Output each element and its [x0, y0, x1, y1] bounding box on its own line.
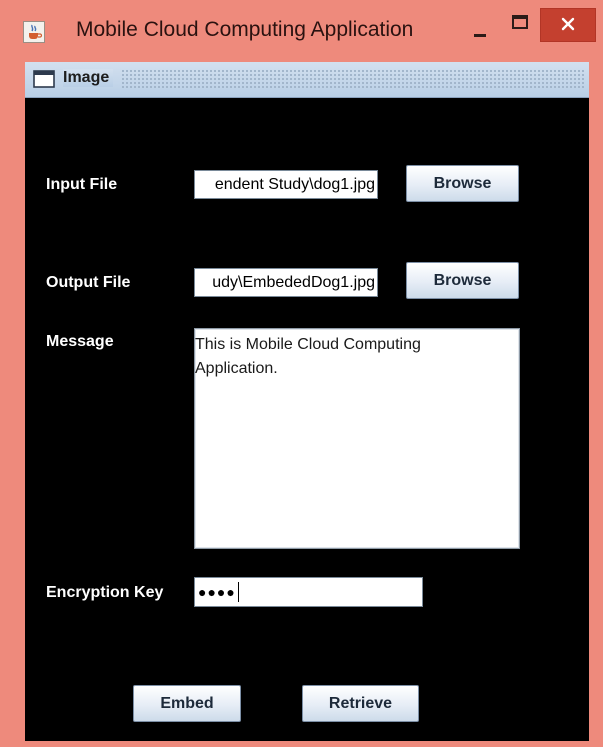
- message-textarea[interactable]: This is Mobile Cloud Computing Applicati…: [194, 328, 520, 549]
- java-cup-icon[interactable]: [23, 21, 45, 43]
- output-file-field[interactable]: udy\EmbededDog1.jpg: [194, 268, 378, 297]
- close-button[interactable]: [540, 8, 596, 42]
- encryption-key-value: ●●●●: [198, 584, 236, 600]
- retrieve-button[interactable]: Retrieve: [302, 685, 419, 722]
- encryption-key-field[interactable]: ●●●●: [194, 577, 423, 607]
- internal-frame-title: Image: [63, 69, 114, 87]
- input-file-label: Input File: [46, 176, 118, 193]
- titlebar-grip: [121, 69, 585, 89]
- close-icon: [561, 17, 575, 31]
- window-title: Mobile Cloud Computing Application: [76, 18, 414, 41]
- input-file-value: endent Study\dog1.jpg: [214, 175, 375, 193]
- internal-frame-titlebar[interactable]: Image: [25, 62, 589, 98]
- maximize-icon: [512, 15, 528, 29]
- text-caret: [237, 582, 239, 602]
- input-file-field[interactable]: endent Study\dog1.jpg: [194, 170, 378, 199]
- application-window: Mobile Cloud Computing Application Image…: [0, 0, 603, 747]
- output-file-value: udy\EmbededDog1.jpg: [212, 273, 375, 291]
- frame-window-icon: [33, 70, 55, 88]
- output-browse-button[interactable]: Browse: [406, 262, 519, 299]
- window-titlebar[interactable]: Mobile Cloud Computing Application: [0, 0, 603, 62]
- minimize-icon: [474, 34, 486, 37]
- window-content: Image Input File endent Study\dog1.jpg B…: [25, 62, 589, 741]
- output-file-label: Output File: [46, 274, 131, 291]
- maximize-button[interactable]: [505, 10, 535, 46]
- input-browse-button[interactable]: Browse: [406, 165, 519, 202]
- embed-button[interactable]: Embed: [133, 685, 241, 722]
- minimize-button[interactable]: [465, 10, 495, 46]
- message-label: Message: [46, 333, 114, 350]
- encryption-key-label: Encryption Key: [46, 584, 164, 601]
